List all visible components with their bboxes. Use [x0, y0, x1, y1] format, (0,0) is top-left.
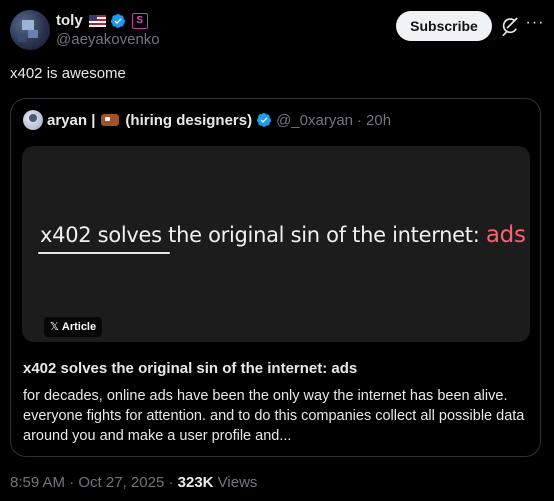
quoted-verified-badge-icon[interactable]	[256, 112, 272, 128]
cover-underline	[38, 252, 170, 254]
quoted-post-header: aryan | (hiring designers) @_0xaryan · 2…	[23, 110, 391, 130]
views-count[interactable]: 323K	[178, 474, 214, 491]
author-name[interactable]: toly	[56, 12, 83, 29]
author-avatar[interactable]	[10, 10, 50, 50]
subscriber-badge-icon: S	[131, 12, 148, 29]
quoted-post[interactable]: aryan | (hiring designers) @_0xaryan · 2…	[10, 98, 541, 457]
cover-headline: x402 solves the original sin of the inte…	[40, 222, 526, 248]
cover-headline-accent: ads	[485, 222, 526, 248]
quoted-author-name[interactable]: aryan |	[47, 112, 95, 129]
article-title[interactable]: x402 solves the original sin of the inte…	[23, 360, 357, 377]
more-options-icon[interactable]: ···	[524, 14, 546, 36]
post-metadata: 8:59 AM · Oct 27, 2025 · 323K Views	[10, 474, 257, 491]
article-cover-image[interactable]: x402 solves the original sin of the inte…	[22, 146, 530, 342]
meta-separator: ·	[69, 474, 75, 491]
cow-emoji-icon	[101, 114, 120, 126]
post-date[interactable]: Oct 27, 2025	[78, 474, 164, 491]
x-logo-icon: 𝕏	[50, 321, 59, 333]
author-row: toly S	[56, 12, 148, 29]
quoted-author-avatar[interactable]	[23, 110, 43, 130]
verified-badge-icon[interactable]	[110, 13, 126, 29]
cover-headline-text: x402 solves the original sin of the inte…	[40, 223, 480, 247]
post-time[interactable]: 8:59 AM	[10, 474, 65, 491]
grok-icon[interactable]	[500, 16, 520, 36]
us-flag-icon	[88, 14, 106, 27]
quoted-post-time[interactable]: 20h	[366, 112, 391, 129]
subscribe-button[interactable]: Subscribe	[396, 11, 492, 41]
author-handle[interactable]: @aeyakovenko	[56, 31, 160, 48]
article-description: for decades, online ads have been the on…	[23, 388, 525, 444]
quoted-author-name-suffix[interactable]: (hiring designers)	[125, 112, 252, 129]
separator-dot: ·	[357, 111, 363, 129]
quoted-author-handle[interactable]: @_0xaryan	[276, 112, 353, 129]
views-label: Views	[217, 474, 258, 491]
article-badge-label: Article	[61, 321, 97, 333]
meta-separator: ·	[168, 474, 174, 491]
tweet-text: x402 is awesome	[10, 65, 126, 82]
article-badge: 𝕏 Article	[44, 317, 103, 337]
